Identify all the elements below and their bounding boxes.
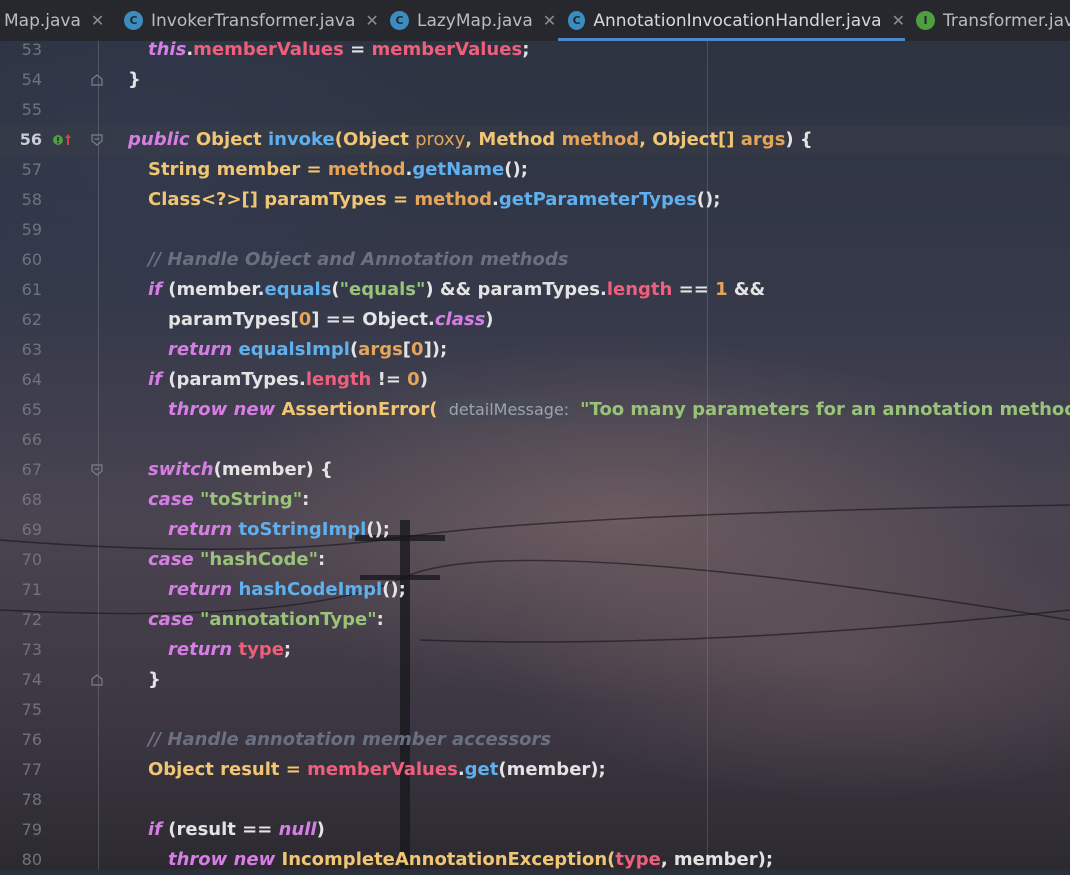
fold-end-icon[interactable] bbox=[90, 673, 104, 687]
fold-end-icon[interactable] bbox=[90, 73, 104, 87]
line-number: 78 bbox=[21, 790, 42, 809]
implementation-up-arrow-icon[interactable] bbox=[52, 132, 74, 148]
line-number: 54 bbox=[21, 70, 42, 89]
code-line[interactable]: 74 } bbox=[0, 665, 1070, 695]
tab-label: InvokerTransformer.java bbox=[151, 10, 356, 31]
code-line[interactable]: 66 bbox=[0, 425, 1070, 455]
code-text[interactable]: switch(member) { bbox=[148, 455, 333, 485]
code-line[interactable]: 68 case "toString": bbox=[0, 485, 1070, 515]
line-number: 76 bbox=[21, 730, 42, 749]
code-text[interactable]: } bbox=[148, 665, 161, 695]
code-text[interactable]: return type; bbox=[168, 635, 291, 665]
line-number: 60 bbox=[21, 250, 42, 269]
code-text[interactable]: if (result == null) bbox=[148, 815, 325, 845]
line-number: 71 bbox=[21, 580, 42, 599]
line-number: 69 bbox=[21, 520, 42, 539]
code-text[interactable]: throw new IncompleteAnnotationException(… bbox=[168, 845, 773, 875]
code-line[interactable]: 58 Class<?>[] paramTypes = method.getPar… bbox=[0, 185, 1070, 215]
line-number: 75 bbox=[21, 700, 42, 719]
close-icon[interactable]: ✕ bbox=[892, 11, 905, 30]
code-comment[interactable]: // Handle annotation member accessors bbox=[148, 725, 551, 755]
code-line[interactable]: 62 paramTypes[0] == Object.class) bbox=[0, 305, 1070, 335]
code-line-current[interactable]: 56 public Object invoke(Object proxy, Me… bbox=[0, 125, 1070, 155]
code-text[interactable]: } bbox=[128, 65, 141, 95]
line-number: 74 bbox=[21, 670, 42, 689]
line-number: 53 bbox=[21, 40, 42, 59]
line-number: 70 bbox=[21, 550, 42, 569]
code-line[interactable]: 76 // Handle annotation member accessors bbox=[0, 725, 1070, 755]
line-number: 65 bbox=[21, 400, 42, 419]
code-line[interactable]: 72 case "annotationType": bbox=[0, 605, 1070, 635]
tab-label: AnnotationInvocationHandler.java bbox=[593, 10, 882, 31]
class-icon: C bbox=[390, 11, 409, 30]
line-number: 58 bbox=[21, 190, 42, 209]
tab-label: Map.java bbox=[4, 10, 81, 31]
code-text[interactable]: if (paramTypes.length != 0) bbox=[148, 365, 428, 395]
close-icon[interactable]: ✕ bbox=[543, 11, 556, 30]
line-number: 61 bbox=[21, 280, 42, 299]
code-line[interactable]: 71 return hashCodeImpl(); bbox=[0, 575, 1070, 605]
code-text[interactable]: paramTypes[0] == Object.class) bbox=[168, 305, 494, 335]
code-line[interactable]: 59 bbox=[0, 215, 1070, 245]
code-text[interactable]: String member = method.getName(); bbox=[148, 155, 528, 185]
code-text[interactable]: return hashCodeImpl(); bbox=[168, 575, 406, 605]
code-text[interactable]: case "annotationType": bbox=[148, 605, 384, 635]
code-text[interactable]: return equalsImpl(args[0]); bbox=[168, 335, 447, 365]
code-line[interactable]: 69 return toStringImpl(); bbox=[0, 515, 1070, 545]
line-number: 66 bbox=[21, 430, 42, 449]
code-text[interactable]: public Object invoke(Object proxy, Metho… bbox=[128, 125, 813, 155]
code-line[interactable]: 78 bbox=[0, 785, 1070, 815]
class-icon: C bbox=[124, 11, 143, 30]
line-number: 77 bbox=[21, 760, 42, 779]
code-text[interactable]: case "hashCode": bbox=[148, 545, 325, 575]
code-line[interactable]: 57 String member = method.getName(); bbox=[0, 155, 1070, 185]
code-text[interactable]: Object result = memberValues.get(member)… bbox=[148, 755, 606, 785]
line-number: 59 bbox=[21, 220, 42, 239]
code-line[interactable]: 61 if (member.equals("equals") && paramT… bbox=[0, 275, 1070, 305]
class-icon: C bbox=[568, 11, 586, 30]
code-line[interactable]: 60 // Handle Object and Annotation metho… bbox=[0, 245, 1070, 275]
code-line[interactable]: 65 throw new AssertionError( detailMessa… bbox=[0, 395, 1070, 425]
code-line[interactable]: 67 switch(member) { bbox=[0, 455, 1070, 485]
parameter-hint: detailMessage: bbox=[443, 399, 575, 421]
tab-label: Transformer.java bbox=[943, 10, 1070, 31]
code-line[interactable]: 55 bbox=[0, 95, 1070, 125]
code-line[interactable]: 79 if (result == null) bbox=[0, 815, 1070, 845]
code-text[interactable]: Class<?>[] paramTypes = method.getParame… bbox=[148, 185, 720, 215]
line-number: 62 bbox=[21, 310, 42, 329]
line-number: 63 bbox=[21, 340, 42, 359]
code-line[interactable]: 70 case "hashCode": bbox=[0, 545, 1070, 575]
code-line[interactable]: 75 bbox=[0, 695, 1070, 725]
line-number: 57 bbox=[21, 160, 42, 179]
line-number: 64 bbox=[21, 370, 42, 389]
line-number: 55 bbox=[21, 100, 42, 119]
fold-start-icon[interactable] bbox=[90, 463, 104, 477]
code-line[interactable]: 77 Object result = memberValues.get(memb… bbox=[0, 755, 1070, 785]
code-comment[interactable]: // Handle Object and Annotation methods bbox=[148, 245, 568, 275]
line-number: 80 bbox=[21, 850, 42, 869]
code-line[interactable]: 54 } bbox=[0, 65, 1070, 95]
code-text[interactable]: throw new AssertionError( detailMessage:… bbox=[168, 395, 1070, 425]
code-line[interactable]: 53 this.memberValues = memberValues; bbox=[0, 35, 1070, 65]
tab-label: LazyMap.java bbox=[417, 10, 533, 31]
code-line[interactable]: 64 if (paramTypes.length != 0) bbox=[0, 365, 1070, 395]
line-number: 79 bbox=[21, 820, 42, 839]
line-number: 56 bbox=[19, 130, 42, 149]
code-text[interactable]: if (member.equals("equals") && paramType… bbox=[148, 275, 765, 305]
code-line[interactable]: 80 throw new IncompleteAnnotationExcepti… bbox=[0, 845, 1070, 875]
code-text[interactable]: case "toString": bbox=[148, 485, 309, 515]
line-number: 67 bbox=[21, 460, 42, 479]
code-line[interactable]: 63 return equalsImpl(args[0]); bbox=[0, 335, 1070, 365]
fold-start-icon[interactable] bbox=[90, 133, 104, 147]
code-line[interactable]: 73 return type; bbox=[0, 635, 1070, 665]
line-number: 72 bbox=[21, 610, 42, 629]
code-text[interactable]: return toStringImpl(); bbox=[168, 515, 390, 545]
interface-icon: I bbox=[916, 11, 935, 30]
close-icon[interactable]: ✕ bbox=[365, 11, 378, 30]
line-number: 68 bbox=[21, 490, 42, 509]
close-icon[interactable]: ✕ bbox=[91, 11, 104, 30]
line-number: 73 bbox=[21, 640, 42, 659]
code-text[interactable]: this.memberValues = memberValues; bbox=[148, 35, 529, 65]
